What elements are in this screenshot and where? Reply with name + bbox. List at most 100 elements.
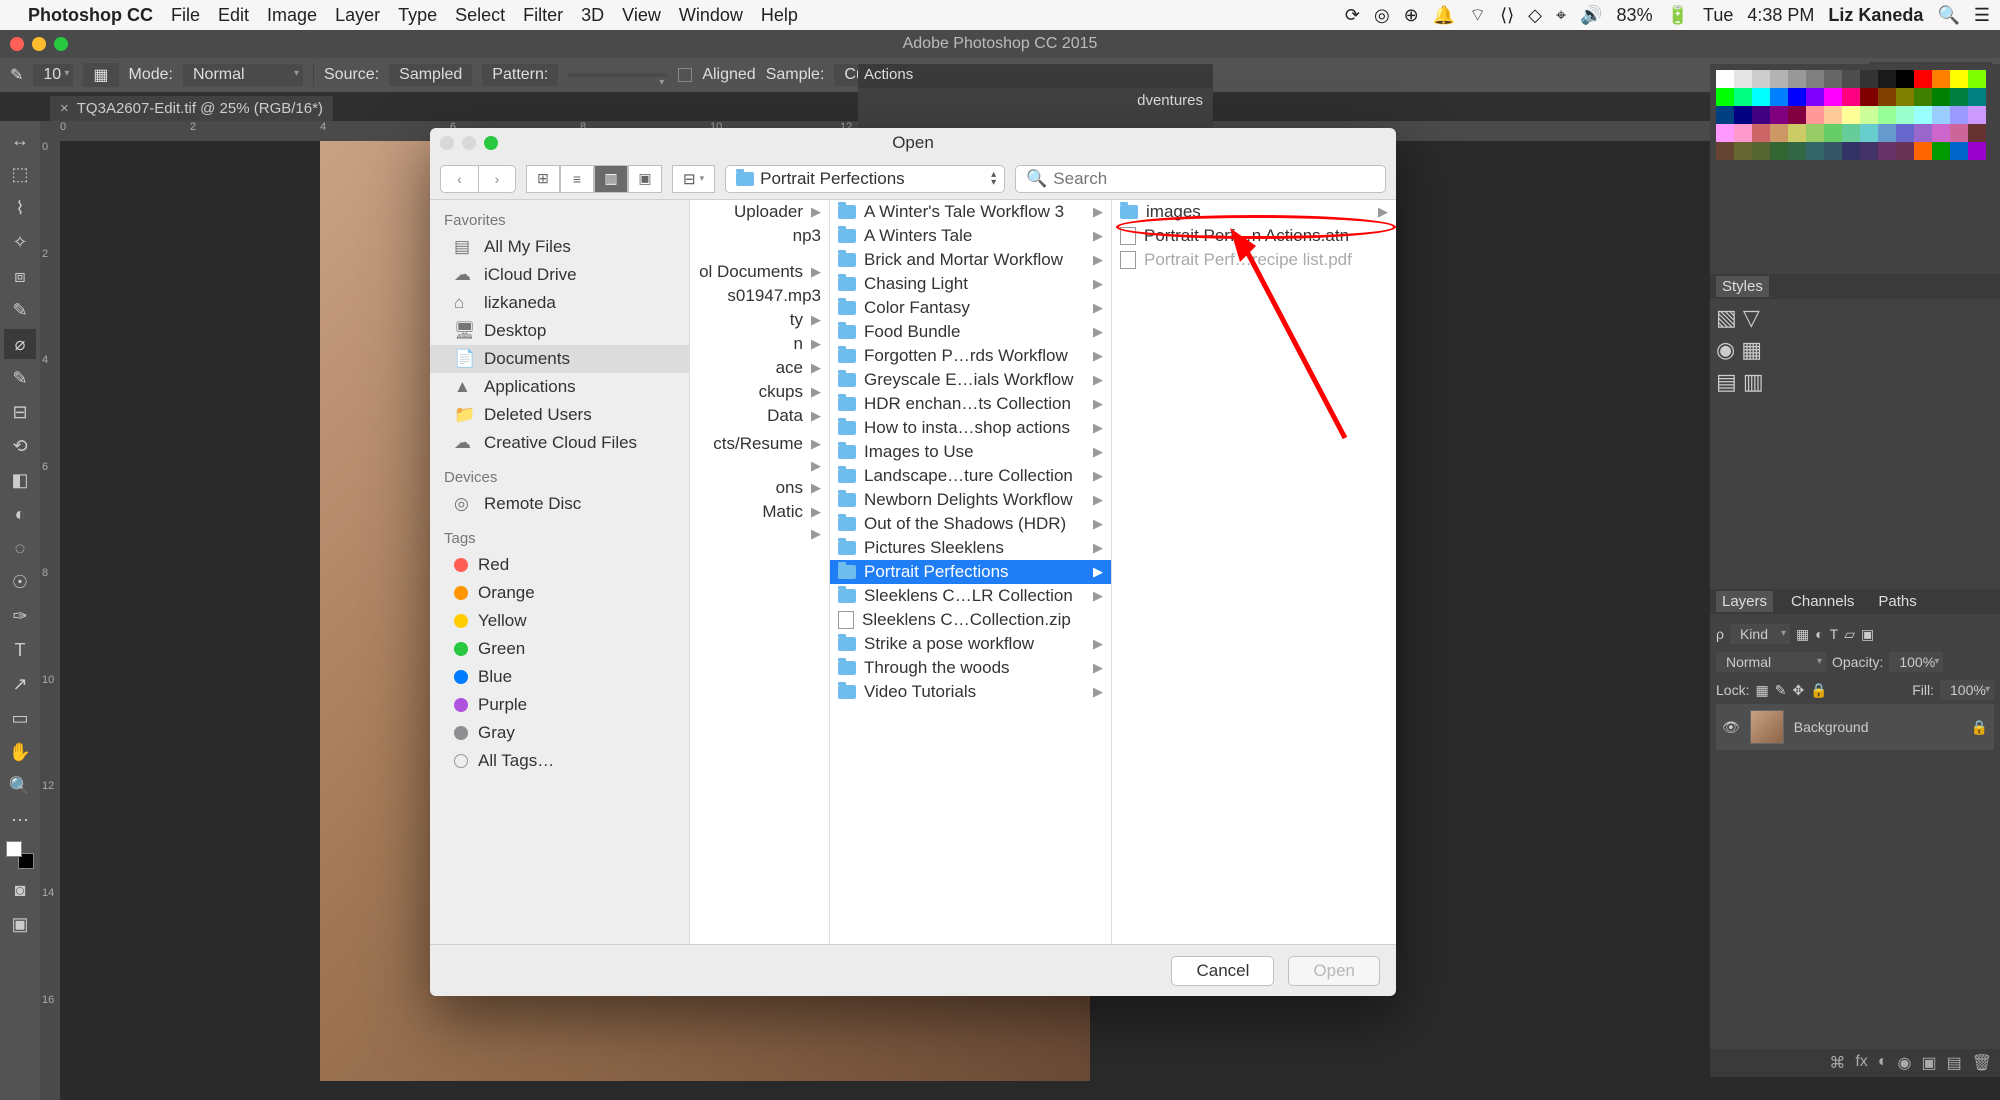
styles-panel[interactable]: ▧ ▽ ◉ ▦ ▤ ▥	[1710, 299, 2000, 429]
spotlight-icon[interactable]: 🔍	[1937, 5, 1959, 26]
swatch[interactable]	[1896, 70, 1914, 88]
swatch[interactable]	[1806, 70, 1824, 88]
swatches-panel[interactable]	[1710, 64, 2000, 274]
swatch[interactable]	[1788, 142, 1806, 160]
layer-name[interactable]: Background	[1794, 719, 1869, 735]
column-item[interactable]: Images to Use▶	[830, 440, 1111, 464]
column-item[interactable]: Sleeklens C…LR Collection▶	[830, 584, 1111, 608]
filter-shape-icon[interactable]: ▱	[1844, 626, 1855, 643]
sidebar-item[interactable]: ☁Creative Cloud Files	[430, 429, 689, 457]
sidebar-item[interactable]: ⌂lizkaneda	[430, 289, 689, 317]
sidebar-item[interactable]: ▤All My Files	[430, 233, 689, 261]
column-item[interactable]: Video Tutorials▶	[830, 680, 1111, 704]
sync-icon[interactable]: ⟳	[1345, 5, 1360, 26]
edit-toolbar[interactable]: ⋯	[4, 805, 36, 835]
swatch[interactable]	[1914, 70, 1932, 88]
column-item[interactable]: A Winters Tale▶	[830, 224, 1111, 248]
traffic-lights[interactable]	[10, 37, 68, 51]
swatch[interactable]	[1824, 88, 1842, 106]
column-item[interactable]: How to insta…shop actions▶	[830, 416, 1111, 440]
swatch[interactable]	[1932, 106, 1950, 124]
menu-file[interactable]: File	[171, 5, 200, 26]
sidebar-tag[interactable]: All Tags…	[430, 747, 689, 775]
column-item[interactable]: Strike a pose workflow▶	[830, 632, 1111, 656]
fill-input[interactable]: 100%	[1940, 680, 1994, 700]
swatch[interactable]	[1734, 106, 1752, 124]
menu-edit[interactable]: Edit	[218, 5, 249, 26]
column-item[interactable]: Forgotten P…rds Workflow▶	[830, 344, 1111, 368]
view-gallery[interactable]: ▣	[628, 165, 662, 193]
swatch[interactable]	[1806, 124, 1824, 142]
column-item[interactable]: Sleeklens C…Collection.zip	[830, 608, 1111, 632]
group-icon[interactable]: ▣	[1921, 1053, 1936, 1073]
aligned-checkbox[interactable]	[678, 68, 692, 82]
quickmask[interactable]: ◙	[4, 875, 36, 905]
circle-icon[interactable]: ⊕	[1404, 5, 1419, 26]
column-item[interactable]: ckups▶	[690, 380, 829, 404]
path-dropdown[interactable]: Portrait Perfections ▴▾	[725, 165, 1005, 193]
swatch[interactable]	[1716, 70, 1734, 88]
column-item[interactable]: Out of the Shadows (HDR)▶	[830, 512, 1111, 536]
swatch[interactable]	[1842, 106, 1860, 124]
cc-icon[interactable]: ◎	[1374, 5, 1390, 26]
link-icon[interactable]: ⌘	[1829, 1053, 1845, 1073]
column-item[interactable]: ace▶	[690, 356, 829, 380]
swatch[interactable]	[1950, 88, 1968, 106]
lock-trans-icon[interactable]: ▦	[1755, 682, 1768, 699]
source-sampled[interactable]: Sampled	[389, 64, 472, 86]
wifi-icon[interactable]: ⌔	[1469, 4, 1486, 27]
swatch[interactable]	[1842, 70, 1860, 88]
sidebar-tag[interactable]: Red	[430, 551, 689, 579]
sidebar-item[interactable]: 📄Documents	[430, 345, 689, 373]
blur-tool[interactable]: ◌	[4, 533, 36, 563]
swatch[interactable]	[1860, 106, 1878, 124]
swatch[interactable]	[1752, 88, 1770, 106]
swatch[interactable]	[1878, 88, 1896, 106]
blend-select[interactable]: Normal	[1716, 652, 1826, 672]
menu-3d[interactable]: 3D	[581, 5, 604, 26]
brush-panel-toggle[interactable]: ▦	[83, 63, 118, 87]
swatch[interactable]	[1968, 124, 1986, 142]
swatch[interactable]	[1824, 142, 1842, 160]
action-set[interactable]: dventures	[868, 92, 1203, 109]
swatch[interactable]	[1878, 142, 1896, 160]
swatch[interactable]	[1788, 70, 1806, 88]
swatch[interactable]	[1806, 142, 1824, 160]
column-item[interactable]: ty▶	[690, 308, 829, 332]
bluetooth-icon[interactable]: ⌖	[1556, 5, 1566, 26]
swatch[interactable]	[1860, 142, 1878, 160]
path-tool[interactable]: ↗	[4, 669, 36, 699]
crop-tool[interactable]: ⧈	[4, 261, 36, 291]
column-item[interactable]: A Winter's Tale Workflow 3▶	[830, 200, 1111, 224]
brush-preset[interactable]: 10	[33, 64, 73, 86]
swatch[interactable]	[1788, 88, 1806, 106]
pattern-picker[interactable]	[568, 73, 668, 77]
swatch[interactable]	[1896, 124, 1914, 142]
column-item[interactable]: Brick and Mortar Workflow▶	[830, 248, 1111, 272]
sidebar-item[interactable]: ▲Applications	[430, 373, 689, 401]
stamp-tool[interactable]: ⊟	[4, 397, 36, 427]
move-tool[interactable]: ↔	[4, 125, 36, 155]
shape-tool[interactable]: ▭	[4, 703, 36, 733]
app-name[interactable]: Photoshop CC	[28, 5, 153, 26]
eyedropper-tool[interactable]: ✎	[4, 295, 36, 325]
channels-tab[interactable]: Channels	[1785, 591, 1860, 612]
swatch[interactable]	[1824, 70, 1842, 88]
column-item[interactable]: Pictures Sleeklens▶	[830, 536, 1111, 560]
layer-thumbnail[interactable]	[1750, 710, 1784, 744]
layer-filter[interactable]: Kind	[1730, 624, 1790, 644]
menu-layer[interactable]: Layer	[335, 5, 380, 26]
swatch[interactable]	[1968, 106, 1986, 124]
column-item[interactable]: ons▶	[690, 476, 829, 500]
opacity-input[interactable]: 100%	[1889, 652, 1943, 672]
lasso-tool[interactable]: ⌇	[4, 193, 36, 223]
menu-image[interactable]: Image	[267, 5, 317, 26]
column-item[interactable]: Matic▶	[690, 500, 829, 524]
healing-tool[interactable]: ⌀	[4, 329, 36, 359]
column-item[interactable]: s01947.mp3	[690, 284, 829, 308]
swatch[interactable]	[1788, 124, 1806, 142]
search-field[interactable]: 🔍	[1015, 165, 1386, 193]
new-layer-icon[interactable]: ▤	[1947, 1053, 1962, 1073]
swatch[interactable]	[1914, 142, 1932, 160]
minimize-window[interactable]	[32, 37, 46, 51]
